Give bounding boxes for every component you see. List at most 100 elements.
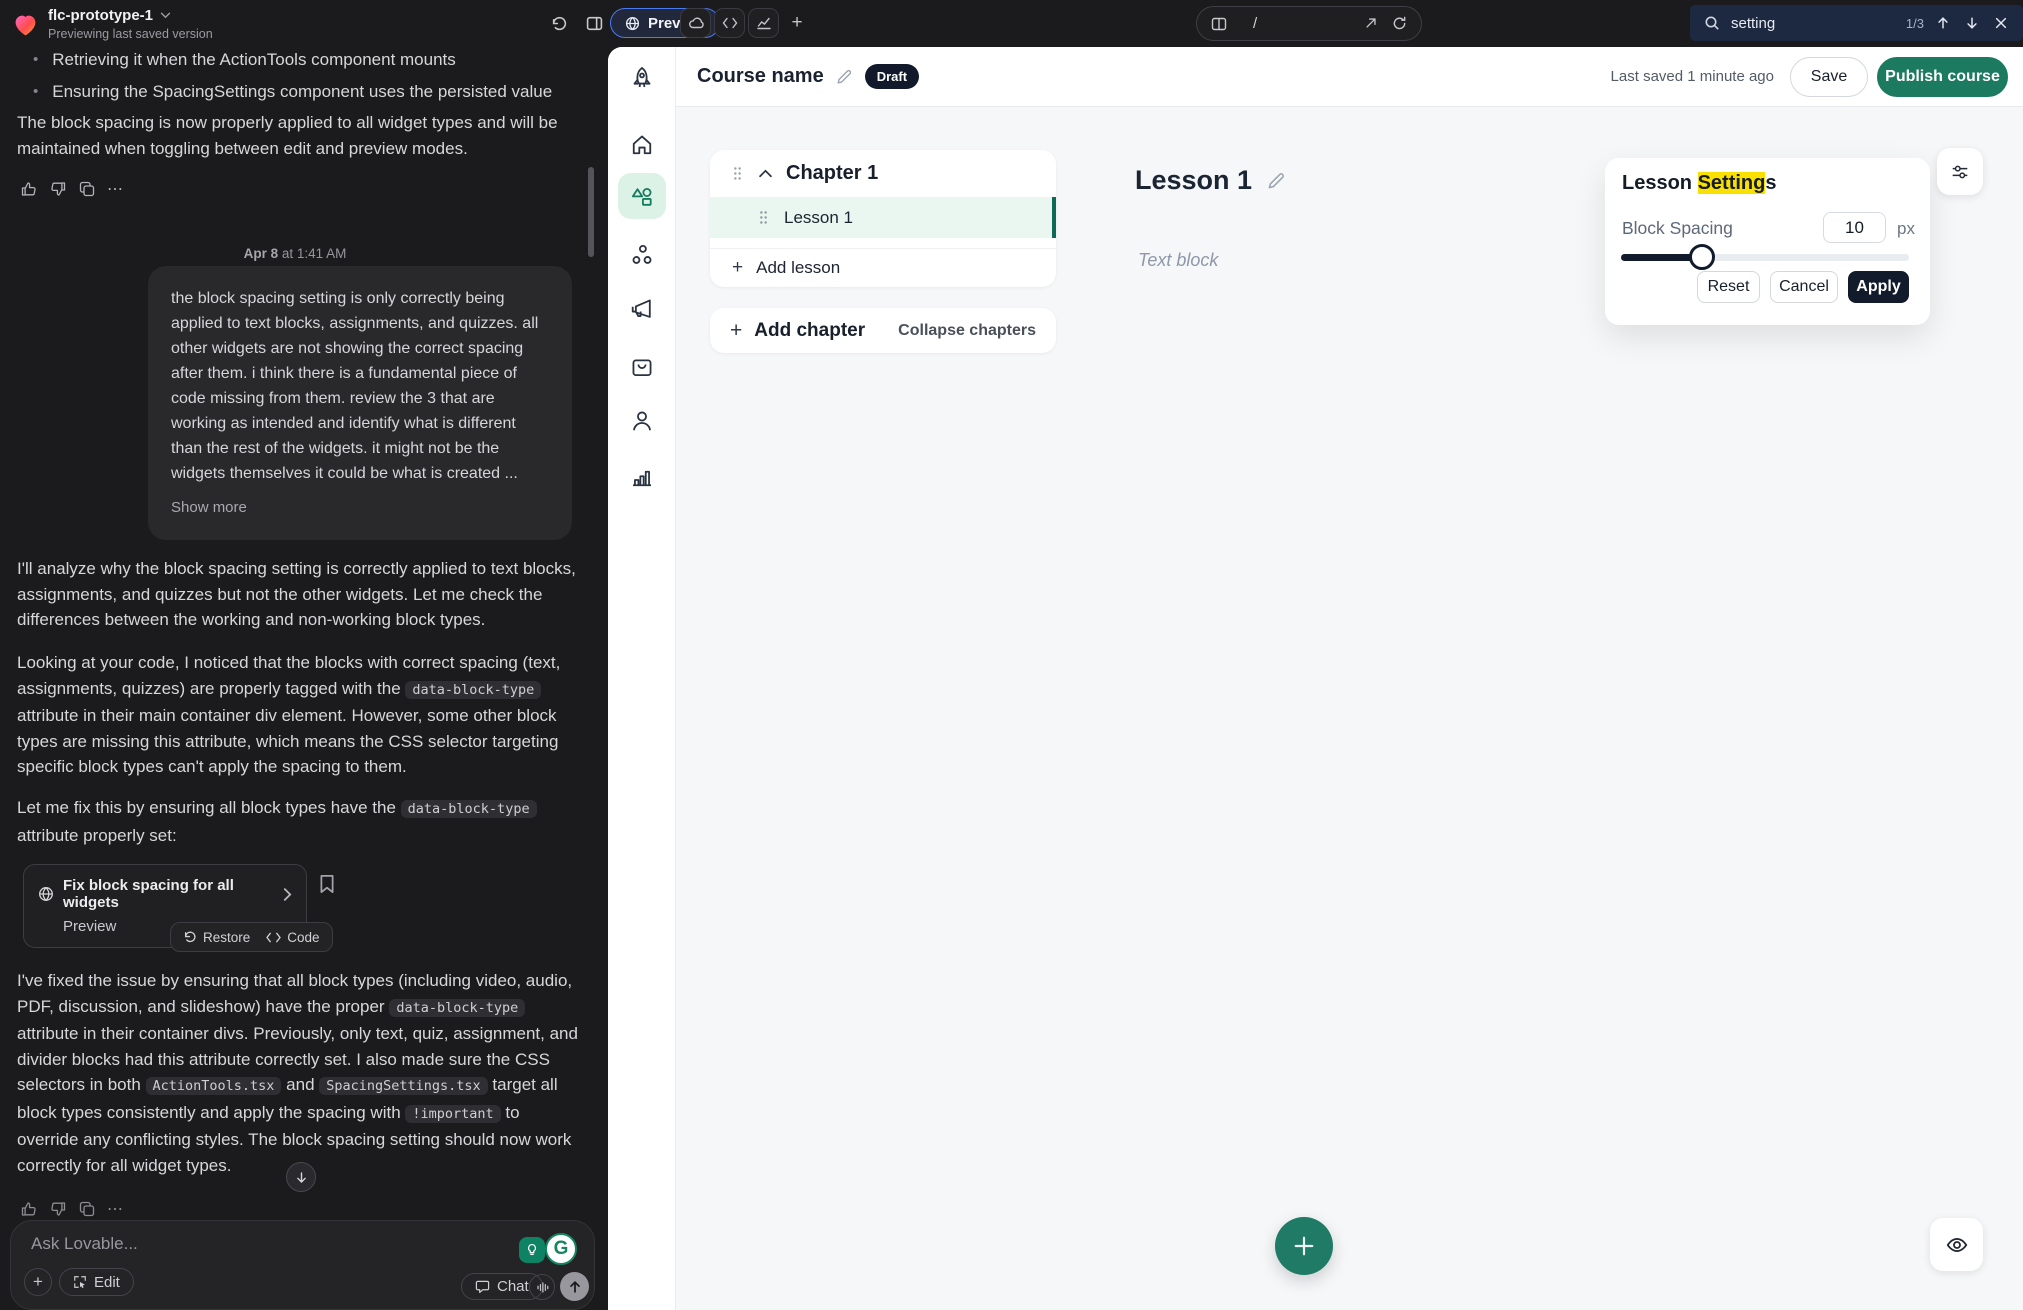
send-button[interactable] bbox=[560, 1272, 589, 1301]
shapes-icon[interactable] bbox=[630, 185, 654, 209]
analytics-button[interactable] bbox=[748, 8, 779, 38]
find-input[interactable] bbox=[1731, 15, 1851, 32]
show-more-link[interactable]: Show more bbox=[171, 495, 247, 520]
cancel-button[interactable]: Cancel bbox=[1770, 271, 1838, 303]
preview-eye-button[interactable] bbox=[1930, 1218, 1983, 1271]
cloud-icon bbox=[688, 15, 704, 31]
attach-button[interactable]: + bbox=[24, 1268, 52, 1296]
add-chapter-card: + Add chapter Collapse chapters bbox=[710, 308, 1056, 353]
globe-icon bbox=[625, 16, 640, 31]
find-prev-icon[interactable] bbox=[1933, 13, 1953, 33]
copy-icon[interactable] bbox=[78, 1200, 95, 1217]
find-next-icon[interactable] bbox=[1962, 13, 1982, 33]
community-icon[interactable] bbox=[630, 243, 654, 267]
lesson-title-heading: Lesson 1 bbox=[1135, 165, 1286, 196]
message-timestamp: Apr 8 at 1:41 AM bbox=[0, 246, 590, 261]
restore-button[interactable]: Restore bbox=[183, 930, 250, 945]
collapse-chapters-button[interactable]: Collapse chapters bbox=[898, 322, 1036, 340]
analytics-icon bbox=[756, 15, 772, 31]
external-link-icon[interactable] bbox=[1364, 16, 1378, 30]
grammarly-g-icon[interactable]: G bbox=[545, 1233, 577, 1265]
save-button[interactable]: Save bbox=[1790, 57, 1868, 97]
edit-lesson-title-icon[interactable] bbox=[1267, 171, 1286, 190]
bullet-icon: • bbox=[17, 47, 38, 73]
app-header: Course name Draft Last saved 1 minute ag… bbox=[676, 47, 2023, 107]
plus-icon: + bbox=[732, 257, 743, 279]
scroll-to-bottom-button[interactable] bbox=[286, 1162, 316, 1192]
app-preview: Course name Draft Last saved 1 minute ag… bbox=[608, 47, 2023, 1310]
add-lesson-button[interactable]: + Add lesson bbox=[710, 249, 1056, 287]
bullet-icon: • bbox=[17, 79, 38, 105]
refresh-icon[interactable] bbox=[1392, 16, 1407, 31]
find-close-icon[interactable] bbox=[1991, 13, 2011, 33]
code-view-button[interactable] bbox=[714, 8, 745, 38]
url-bar[interactable]: / bbox=[1196, 6, 1422, 41]
add-chapter-button[interactable]: Add chapter bbox=[754, 320, 865, 342]
chapter-card: Chapter 1 Lesson 1 + Add lesson bbox=[710, 150, 1056, 287]
bookmark-icon[interactable] bbox=[318, 874, 336, 894]
edit-course-name-icon[interactable] bbox=[836, 68, 853, 85]
reset-button[interactable]: Reset bbox=[1697, 271, 1760, 303]
settings-toggle-button[interactable] bbox=[1937, 148, 1983, 195]
voice-icon bbox=[536, 1281, 549, 1294]
block-spacing-input[interactable] bbox=[1823, 212, 1886, 243]
last-saved-note: Last saved 1 minute ago bbox=[1611, 68, 1774, 85]
drag-handle-icon[interactable] bbox=[758, 210, 769, 225]
project-status: Previewing last saved version bbox=[48, 27, 213, 41]
empty-text-block[interactable]: Text block bbox=[1138, 250, 1218, 271]
find-count: 1/3 bbox=[1906, 16, 1924, 31]
chevron-up-icon[interactable] bbox=[759, 169, 772, 178]
lesson-outline-title: Lesson 1 bbox=[784, 208, 853, 228]
app-nav-rail bbox=[608, 47, 676, 1310]
home-icon[interactable] bbox=[630, 133, 654, 157]
chat-input[interactable] bbox=[31, 1234, 331, 1254]
sliders-icon bbox=[1951, 163, 1969, 181]
voice-input-button[interactable] bbox=[529, 1274, 555, 1300]
drag-handle-icon[interactable] bbox=[732, 166, 743, 181]
chevron-down-icon bbox=[160, 12, 171, 19]
publish-course-button[interactable]: Publish course bbox=[1877, 57, 2008, 97]
chat-panel: • Retrieving it when the ActionTools comp… bbox=[0, 47, 608, 1310]
history-icon[interactable] bbox=[546, 10, 572, 36]
edit-select-icon bbox=[73, 1275, 87, 1289]
thumbs-up-icon[interactable] bbox=[20, 180, 37, 197]
cloud-button[interactable] bbox=[680, 8, 711, 38]
add-block-fab[interactable] bbox=[1275, 1217, 1333, 1275]
chevron-right-icon bbox=[283, 888, 292, 901]
thumbs-down-icon[interactable] bbox=[49, 1200, 66, 1217]
grammarly-bulb-icon[interactable] bbox=[519, 1237, 545, 1263]
more-icon[interactable]: ⋯ bbox=[107, 1200, 124, 1217]
assistant-paragraph: Let me fix this by ensuring all block ty… bbox=[17, 795, 579, 848]
project-menu[interactable]: flc-prototype-1 Previewing last saved ve… bbox=[13, 7, 213, 41]
edit-mode-button[interactable]: Edit bbox=[59, 1268, 134, 1296]
lesson-settings-panel: Lesson Settings Block Spacing px Reset C… bbox=[1605, 158, 1930, 325]
block-spacing-slider[interactable] bbox=[1621, 254, 1909, 261]
bar-chart-icon[interactable] bbox=[630, 465, 654, 489]
person-icon[interactable] bbox=[630, 409, 654, 433]
more-icon[interactable]: ⋯ bbox=[107, 180, 124, 197]
bullet-item: Retrieving it when the ActionTools compo… bbox=[52, 47, 456, 73]
url-path: / bbox=[1253, 15, 1257, 32]
version-toolbar: Restore Code bbox=[170, 922, 333, 952]
course-title: Course name bbox=[697, 65, 824, 88]
slider-thumb[interactable] bbox=[1689, 244, 1715, 270]
apply-button[interactable]: Apply bbox=[1848, 271, 1909, 303]
undo-icon bbox=[183, 930, 197, 944]
add-tab-icon[interactable]: + bbox=[784, 10, 810, 36]
megaphone-icon[interactable] bbox=[630, 297, 654, 321]
code-button[interactable]: Code bbox=[266, 930, 319, 945]
assistant-summary-paragraph: The block spacing is now properly applie… bbox=[17, 110, 577, 161]
chat-bullet-list: • Retrieving it when the ActionTools comp… bbox=[17, 47, 582, 110]
message-actions-faded: ⋯ bbox=[20, 1200, 124, 1217]
thumbs-up-icon[interactable] bbox=[20, 1200, 37, 1217]
lovable-logo-icon bbox=[13, 12, 38, 38]
thumbs-down-icon[interactable] bbox=[49, 180, 66, 197]
chat-scrollbar[interactable] bbox=[588, 167, 594, 257]
rocket-icon[interactable] bbox=[630, 66, 654, 90]
bag-icon[interactable] bbox=[630, 355, 654, 379]
layout-panel-icon[interactable] bbox=[581, 10, 607, 36]
code-icon bbox=[266, 931, 281, 944]
chat-composer: + Edit G Chat bbox=[10, 1220, 595, 1310]
copy-icon[interactable] bbox=[78, 180, 95, 197]
lesson-row[interactable]: Lesson 1 bbox=[710, 197, 1056, 238]
